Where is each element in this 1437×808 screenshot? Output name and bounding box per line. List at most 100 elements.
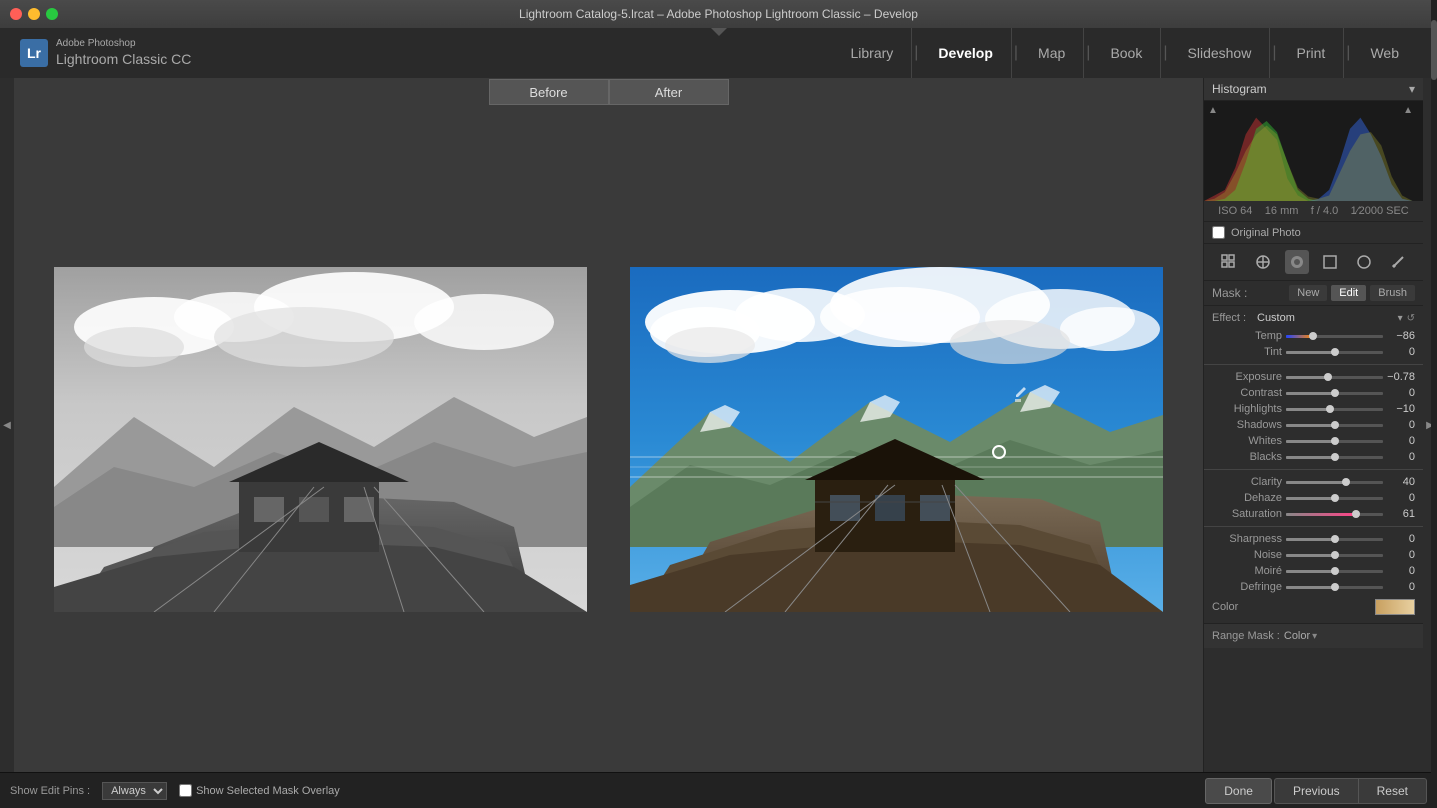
adj-noise-value: 0 — [1387, 549, 1415, 561]
mask-edit-btn[interactable]: Edit — [1331, 285, 1366, 301]
adj-tint-row: Tint 0 — [1204, 344, 1423, 360]
images-area — [14, 106, 1203, 772]
adj-moire-slider[interactable] — [1286, 564, 1383, 578]
crop-tool-icon[interactable] — [1251, 250, 1275, 274]
show-pins-select[interactable]: Always Auto Never — [102, 782, 167, 800]
spot-removal-icon[interactable] — [1285, 250, 1309, 274]
adjustment-brush-icon[interactable] — [1386, 250, 1410, 274]
overlay-checkbox[interactable] — [179, 784, 192, 797]
range-mask-value[interactable]: Color — [1284, 630, 1310, 642]
center-content: Before After — [14, 78, 1203, 772]
mask-pin[interactable] — [992, 445, 1006, 459]
effect-value[interactable]: Custom — [1257, 312, 1398, 324]
histogram-section: Histogram ▾ ▲ ▲ — [1204, 78, 1423, 244]
nav-book[interactable]: Book — [1092, 28, 1161, 78]
adj-exposure-slider[interactable] — [1286, 370, 1383, 384]
before-photo-container[interactable] — [54, 267, 587, 612]
tool-icons-row — [1204, 244, 1423, 281]
adj-dehaze-value: 0 — [1387, 492, 1415, 504]
after-photo-container[interactable] — [630, 267, 1163, 612]
adj-whites-label: Whites — [1212, 435, 1282, 447]
nav-web[interactable]: Web — [1352, 28, 1417, 78]
nav-map[interactable]: Map — [1020, 28, 1084, 78]
adj-clarity-value: 40 — [1387, 476, 1415, 488]
hist-corner-tl[interactable]: ▲ — [1208, 105, 1218, 116]
adj-temp-value: −86 — [1387, 330, 1415, 342]
left-panel-toggle[interactable]: ◀ — [0, 78, 14, 772]
bottom-right: Done Previous Reset — [1205, 778, 1427, 804]
adj-sharpness-slider[interactable] — [1286, 532, 1383, 546]
close-button[interactable] — [10, 8, 22, 20]
before-after-tabs: Before After — [14, 78, 1203, 106]
range-mask-row: Range Mask : Color ▾ — [1204, 623, 1423, 648]
nav-slideshow[interactable]: Slideshow — [1170, 28, 1271, 78]
mask-section: Mask : New Edit Brush — [1204, 281, 1423, 306]
effect-dropdown-icon[interactable]: ▾ — [1398, 313, 1403, 324]
adj-saturation-slider[interactable] — [1286, 507, 1383, 521]
after-photo — [630, 267, 1163, 612]
before-panel — [34, 116, 607, 762]
focal-length: 16 mm — [1265, 205, 1299, 217]
done-button[interactable]: Done — [1205, 778, 1272, 804]
adj-noise-slider[interactable] — [1286, 548, 1383, 562]
effect-row: Effect : Custom ▾ ↺ — [1204, 310, 1423, 326]
prev-reset-group: Previous Reset — [1274, 778, 1427, 804]
overlay-label[interactable]: Show Selected Mask Overlay — [196, 785, 340, 797]
iso-value: ISO 64 — [1218, 205, 1252, 217]
adj-moire-value: 0 — [1387, 565, 1415, 577]
effect-reset-icon[interactable]: ↺ — [1407, 313, 1415, 324]
adj-temp-slider[interactable] — [1286, 329, 1383, 343]
adj-exposure-row: Exposure −0.78 — [1204, 369, 1423, 385]
mask-brush-btn[interactable]: Brush — [1370, 285, 1415, 301]
mask-new-btn[interactable]: New — [1289, 285, 1327, 301]
lr-logo: Lr Adobe Photoshop Lightroom Classic CC — [20, 37, 191, 68]
adj-contrast-label: Contrast — [1212, 387, 1282, 399]
original-photo-label[interactable]: Original Photo — [1231, 227, 1301, 239]
nav-library[interactable]: Library — [832, 28, 912, 78]
adj-contrast-row: Contrast 0 — [1204, 385, 1423, 401]
adj-sharpness-label: Sharpness — [1212, 533, 1282, 545]
adj-noise-row: Noise 0 — [1204, 547, 1423, 563]
adj-whites-slider[interactable] — [1286, 434, 1383, 448]
adj-contrast-slider[interactable] — [1286, 386, 1383, 400]
adj-defringe-slider[interactable] — [1286, 580, 1383, 594]
adj-blacks-slider[interactable] — [1286, 450, 1383, 464]
adj-dehaze-label: Dehaze — [1212, 492, 1282, 504]
bottom-bar: Show Edit Pins : Always Auto Never Show … — [0, 772, 1437, 808]
adj-highlights-slider[interactable] — [1286, 402, 1383, 416]
traffic-lights[interactable] — [10, 8, 58, 20]
adj-contrast-value: 0 — [1387, 387, 1415, 399]
window-title: Lightroom Catalog-5.lrcat – Adobe Photos… — [519, 7, 918, 21]
histogram-dropdown-icon[interactable]: ▾ — [1409, 82, 1415, 96]
histogram-canvas: ▲ ▲ — [1204, 101, 1423, 201]
adj-saturation-label: Saturation — [1212, 508, 1282, 520]
redeye-tool-icon[interactable] — [1318, 250, 1342, 274]
range-mask-dropdown-icon[interactable]: ▾ — [1312, 631, 1317, 642]
minimize-button[interactable] — [28, 8, 40, 20]
nav-develop[interactable]: Develop — [920, 28, 1011, 78]
color-swatch[interactable] — [1375, 599, 1415, 615]
before-tab[interactable]: Before — [489, 79, 609, 105]
maximize-button[interactable] — [46, 8, 58, 20]
original-photo-checkbox[interactable] — [1212, 226, 1225, 239]
hist-corner-tr[interactable]: ▲ — [1403, 105, 1413, 116]
adj-sharpness-row: Sharpness 0 — [1204, 531, 1423, 547]
after-tab[interactable]: After — [609, 79, 729, 105]
effect-label: Effect : — [1212, 312, 1257, 324]
mask-row: Mask : New Edit Brush — [1212, 285, 1415, 301]
before-photo — [54, 267, 587, 612]
reset-button[interactable]: Reset — [1358, 778, 1427, 804]
aperture: f / 4.0 — [1311, 205, 1339, 217]
adj-shadows-value: 0 — [1387, 419, 1415, 431]
adj-tint-slider[interactable] — [1286, 345, 1383, 359]
adj-dehaze-row: Dehaze 0 — [1204, 490, 1423, 506]
adj-dehaze-slider[interactable] — [1286, 491, 1383, 505]
previous-button[interactable]: Previous — [1274, 778, 1358, 804]
right-panel: Histogram ▾ ▲ ▲ — [1203, 78, 1423, 772]
adj-clarity-slider[interactable] — [1286, 475, 1383, 489]
nav-print[interactable]: Print — [1279, 28, 1345, 78]
grid-tool-icon[interactable] — [1217, 250, 1241, 274]
adj-shadows-slider[interactable] — [1286, 418, 1383, 432]
graduated-filter-icon[interactable] — [1352, 250, 1376, 274]
adj-blacks-label: Blacks — [1212, 451, 1282, 463]
